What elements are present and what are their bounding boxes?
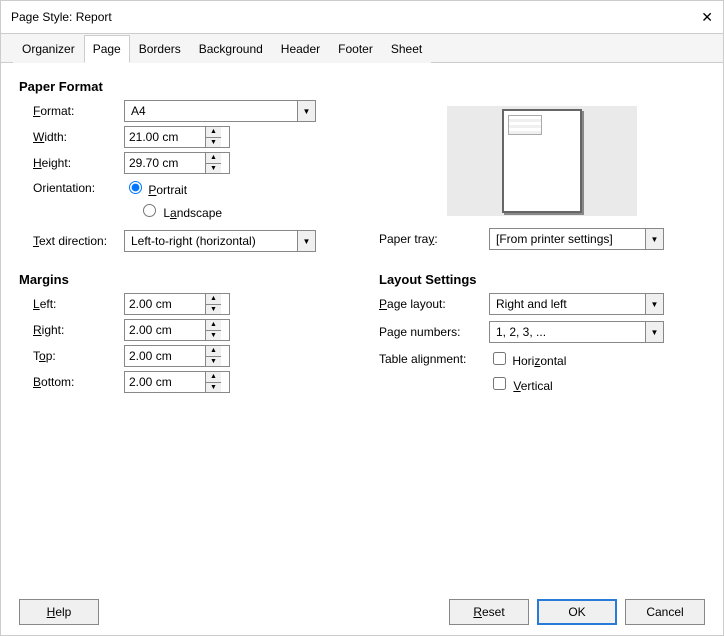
paper-tray-select[interactable]: [From printer settings] ▼	[489, 228, 664, 250]
right-label: Right:	[19, 323, 124, 337]
tab-header[interactable]: Header	[272, 35, 329, 63]
titlebar: Page Style: Report ✕	[1, 1, 723, 33]
down-icon[interactable]: ▼	[206, 331, 221, 341]
content: Paper Format Format: A4 ▼ Width: ▲▼ Heig…	[1, 63, 723, 593]
format-label: Format:	[19, 104, 124, 118]
checkbox-horizontal[interactable]: Horizontal	[489, 349, 566, 368]
height-input[interactable]	[125, 153, 205, 173]
chevron-down-icon[interactable]: ▼	[645, 322, 663, 342]
margin-top-input[interactable]	[125, 346, 205, 366]
top-label: Top:	[19, 349, 124, 363]
cancel-button[interactable]: Cancel	[625, 599, 705, 625]
chevron-down-icon[interactable]: ▼	[297, 231, 315, 251]
height-label: Height:	[19, 156, 124, 170]
down-icon[interactable]: ▼	[206, 305, 221, 315]
checkbox-vertical[interactable]: Vertical	[489, 374, 553, 393]
up-icon[interactable]: ▲	[206, 294, 221, 305]
layout-settings-heading: Layout Settings	[379, 272, 705, 287]
margin-left-spinner[interactable]: ▲▼	[124, 293, 230, 315]
tab-footer[interactable]: Footer	[329, 35, 382, 63]
radio-portrait[interactable]: Portrait	[124, 178, 187, 197]
text-direction-label: Text direction:	[19, 234, 124, 248]
help-button[interactable]: Help	[19, 599, 99, 625]
radio-landscape[interactable]: Landscape	[138, 201, 222, 220]
down-icon[interactable]: ▼	[206, 138, 221, 148]
chevron-down-icon[interactable]: ▼	[645, 229, 663, 249]
format-select[interactable]: A4 ▼	[124, 100, 316, 122]
up-icon[interactable]: ▲	[206, 372, 221, 383]
ok-button[interactable]: OK	[537, 599, 617, 625]
page-numbers-select[interactable]: 1, 2, 3, ... ▼	[489, 321, 664, 343]
chevron-down-icon[interactable]: ▼	[645, 294, 663, 314]
margin-right-input[interactable]	[125, 320, 205, 340]
margins-heading: Margins	[19, 272, 379, 287]
width-spinner[interactable]: ▲▼	[124, 126, 230, 148]
height-spinner[interactable]: ▲▼	[124, 152, 230, 174]
tab-background[interactable]: Background	[190, 35, 272, 63]
tab-page[interactable]: Page	[84, 35, 130, 63]
chevron-down-icon[interactable]: ▼	[297, 101, 315, 121]
margin-top-spinner[interactable]: ▲▼	[124, 345, 230, 367]
margin-bottom-input[interactable]	[125, 372, 205, 392]
tab-bar: Organizer Page Borders Background Header…	[1, 33, 723, 63]
text-direction-select[interactable]: Left-to-right (horizontal) ▼	[124, 230, 316, 252]
up-icon[interactable]: ▲	[206, 153, 221, 164]
page-preview	[447, 106, 637, 216]
window-title: Page Style: Report	[11, 10, 112, 24]
margin-right-spinner[interactable]: ▲▼	[124, 319, 230, 341]
page-layout-select[interactable]: Right and left ▼	[489, 293, 664, 315]
bottom-label: Bottom:	[19, 375, 124, 389]
left-label: Left:	[19, 297, 124, 311]
width-label: Width:	[19, 130, 124, 144]
margin-left-input[interactable]	[125, 294, 205, 314]
tab-borders[interactable]: Borders	[130, 35, 190, 63]
tab-sheet[interactable]: Sheet	[382, 35, 431, 63]
up-icon[interactable]: ▲	[206, 346, 221, 357]
dialog-footer: Help Reset OK Cancel	[1, 593, 723, 635]
paper-format-heading: Paper Format	[19, 79, 705, 94]
tab-organizer[interactable]: Organizer	[13, 35, 84, 63]
page-numbers-label: Page numbers:	[379, 325, 489, 339]
preview-page	[502, 109, 582, 213]
up-icon[interactable]: ▲	[206, 127, 221, 138]
width-input[interactable]	[125, 127, 205, 147]
up-icon[interactable]: ▲	[206, 320, 221, 331]
table-alignment-label: Table alignment:	[379, 352, 489, 366]
reset-button[interactable]: Reset	[449, 599, 529, 625]
close-icon[interactable]: ✕	[701, 9, 713, 26]
down-icon[interactable]: ▼	[206, 383, 221, 393]
down-icon[interactable]: ▼	[206, 164, 221, 174]
margin-bottom-spinner[interactable]: ▲▼	[124, 371, 230, 393]
down-icon[interactable]: ▼	[206, 357, 221, 367]
orientation-label: Orientation:	[19, 181, 124, 195]
page-layout-label: Page layout:	[379, 297, 489, 311]
paper-tray-label: Paper tray:	[379, 232, 489, 246]
